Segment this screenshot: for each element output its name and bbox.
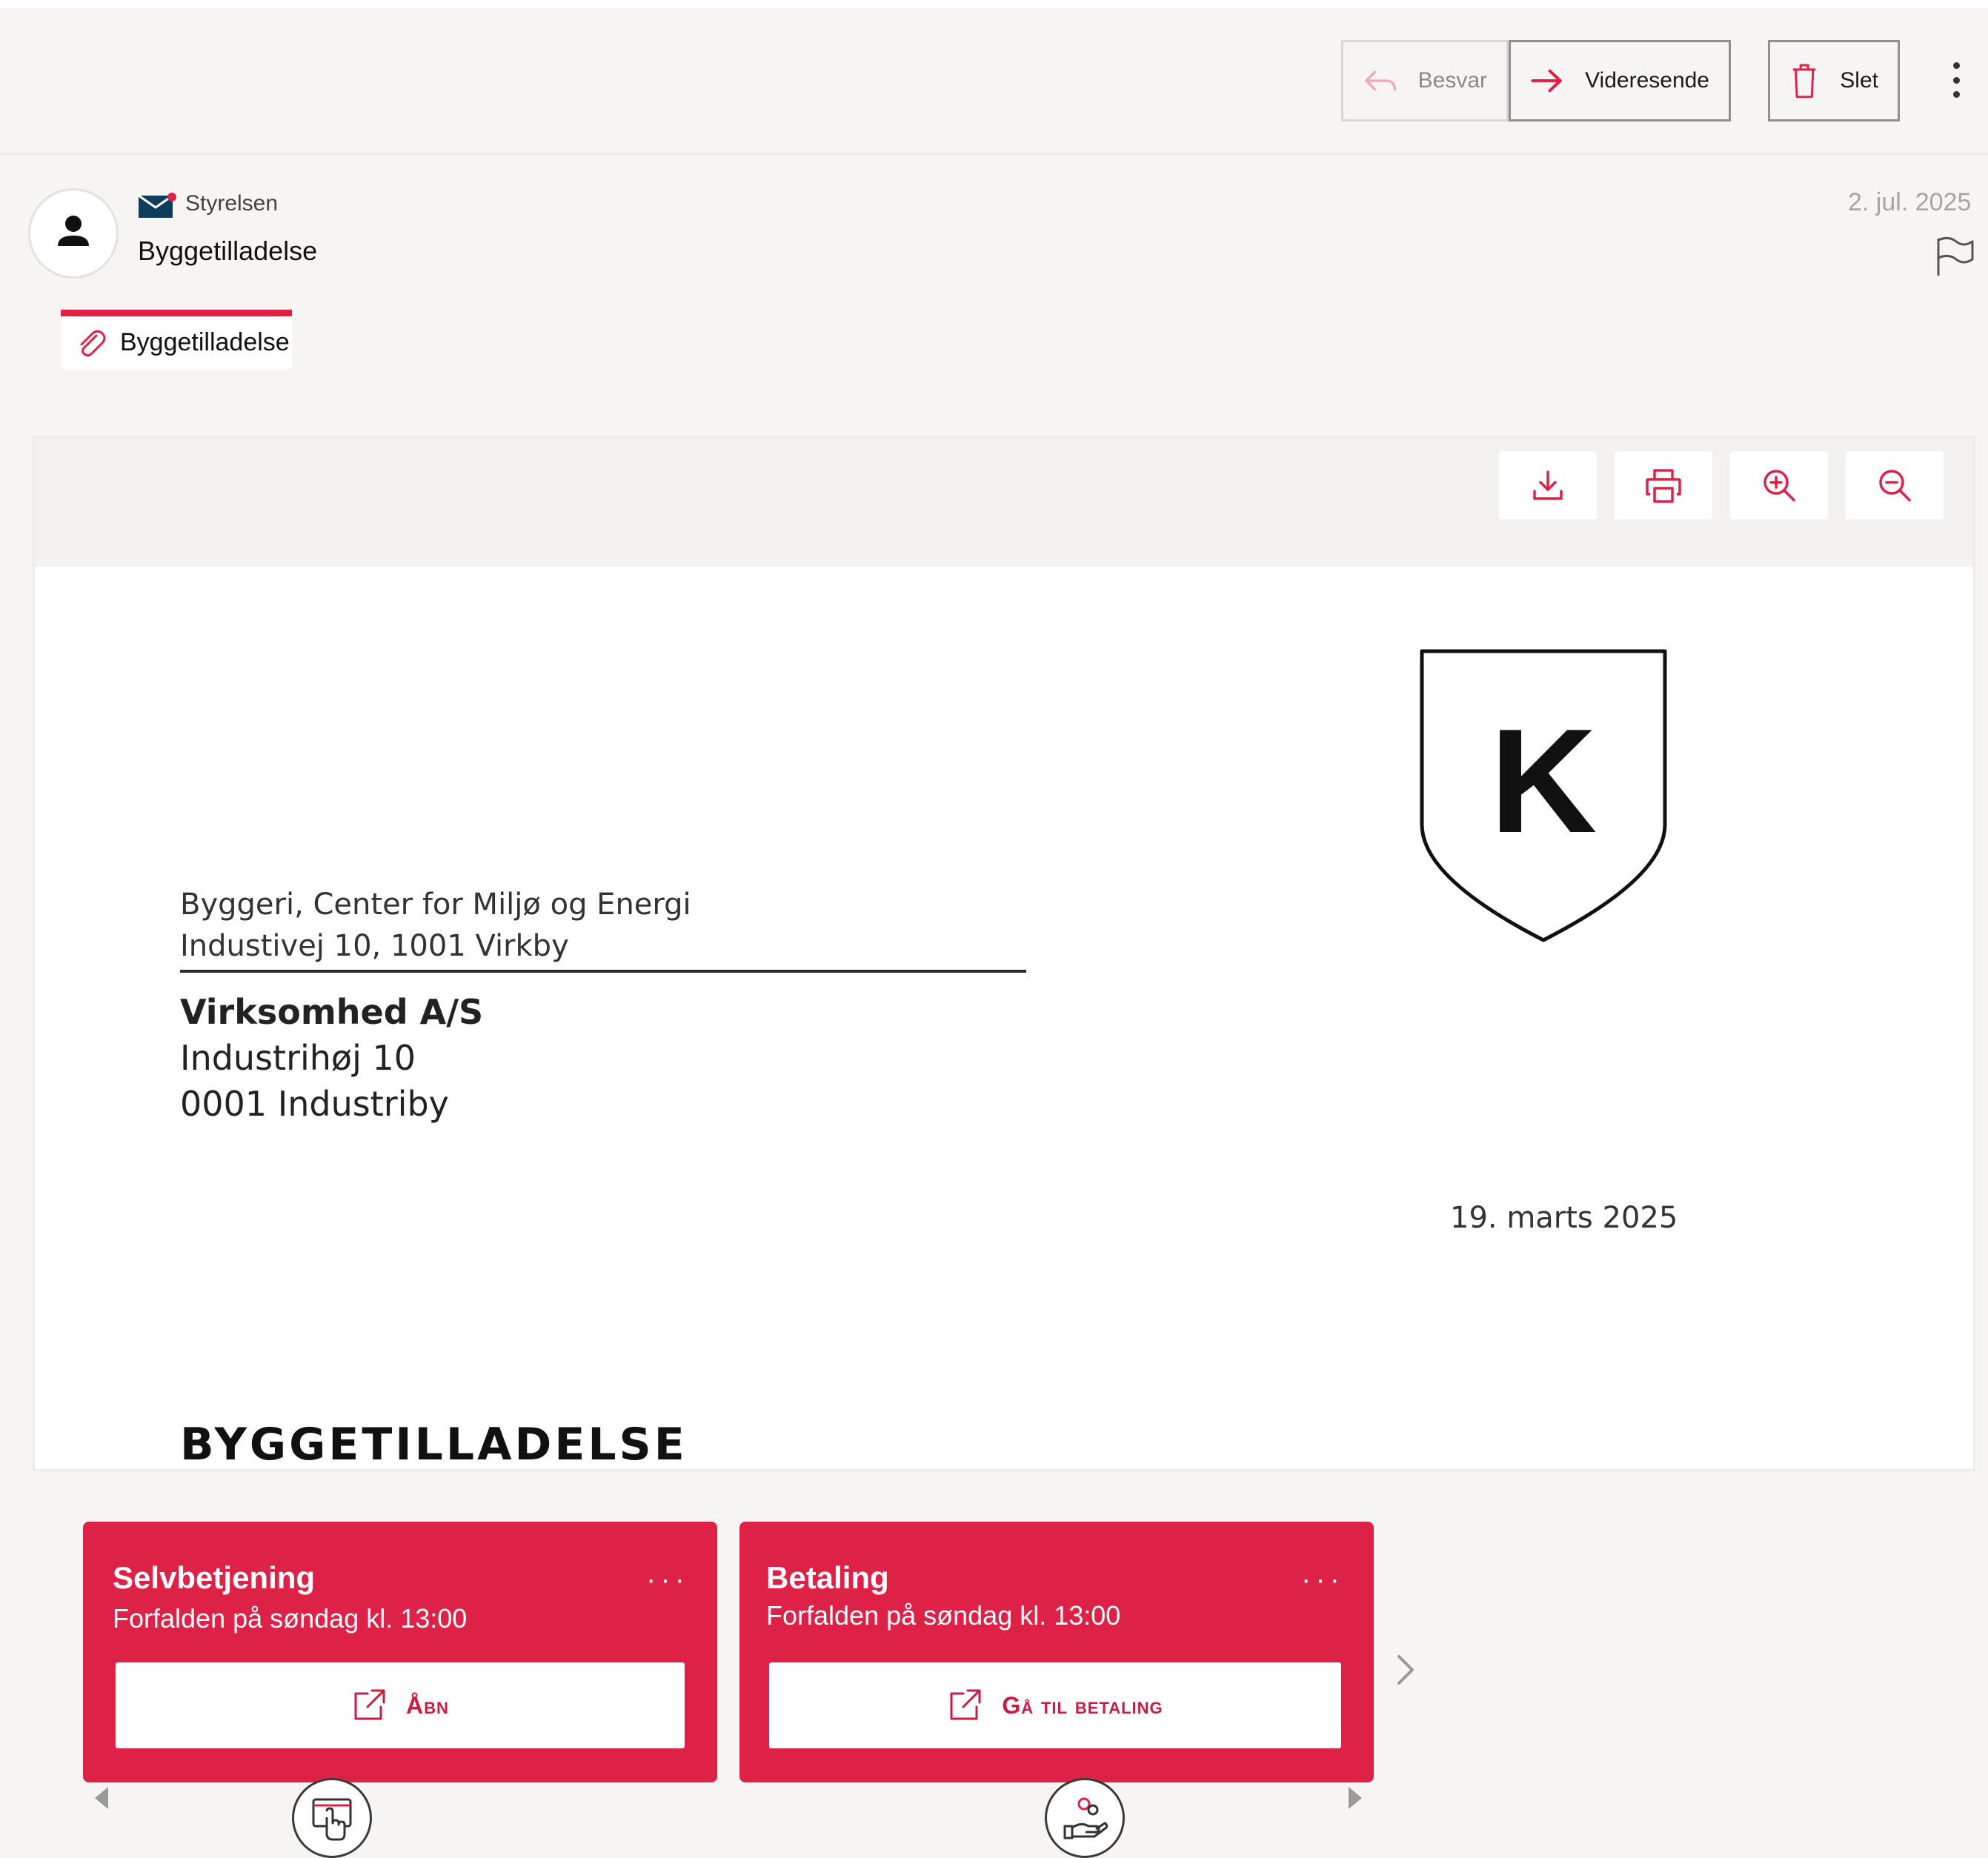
attachment-chip[interactable]: Byggetilladelse [61, 310, 292, 369]
card-due: Forfalden på søndag kl. 13:00 [766, 1600, 1121, 1631]
download-icon [1533, 470, 1563, 500]
recipient-line: Industrihøj 10 [180, 1038, 416, 1078]
message-date: 2. jul. 2025 [1848, 188, 1972, 216]
zoom-out-icon [1879, 470, 1911, 502]
external-link-icon [950, 1689, 981, 1720]
sender-name: Styrelsen [185, 191, 279, 216]
card-title: Betaling [766, 1560, 889, 1595]
more-options-button[interactable] [1941, 58, 1971, 102]
hand-coin-icon [1063, 1797, 1108, 1839]
crest-letter: K [1490, 699, 1597, 864]
attachment-name: Byggetilladelse [120, 328, 290, 356]
touch-screen-icon [312, 1798, 352, 1841]
delete-button[interactable]: Slet [1768, 40, 1900, 121]
open-button[interactable]: Åbn [116, 1662, 685, 1748]
document-page: K Byggeri, Center for Miljø og Energi In… [35, 567, 1973, 1471]
carousel-prev-icon[interactable] [92, 1785, 111, 1811]
document-sender-line: Industivej 10, 1001 Virkby [180, 929, 569, 963]
go-to-payment-button[interactable]: Gå til betaling [769, 1662, 1341, 1748]
dot-icon [1952, 76, 1960, 84]
sender-avatar [28, 188, 119, 279]
card-selvbetjening: Selvbetjening Forfalden på søndag kl. 13… [83, 1522, 717, 1782]
trash-icon [1793, 64, 1816, 99]
forward-arrow-icon [1531, 69, 1562, 93]
card-more-button[interactable]: ··· [646, 1563, 689, 1596]
open-button-label: Åbn [406, 1691, 449, 1719]
toolbar-divider [0, 153, 1988, 155]
delete-label: Slet [1840, 68, 1878, 93]
envelope-icon [138, 193, 176, 218]
document-recipient-block: Virksomhed A/S Industrihøj 10 0001 Indus… [180, 989, 483, 1127]
recipient-line: 0001 Industriby [180, 1084, 449, 1124]
dot-icon [1952, 91, 1960, 98]
carousel-next-icon[interactable] [1346, 1785, 1365, 1811]
flag-icon[interactable] [1932, 234, 1977, 279]
forward-label: Videresende [1585, 68, 1709, 93]
payment-card-icon[interactable] [1045, 1778, 1125, 1858]
document-date: 19. marts 2025 [1450, 1201, 1678, 1235]
chevron-right-icon[interactable] [1396, 1654, 1415, 1686]
self-service-card-icon[interactable] [292, 1778, 372, 1858]
card-betaling: Betaling Forfalden på søndag kl. 13:00 ·… [739, 1522, 1374, 1782]
card-title: Selvbetjening [113, 1560, 316, 1595]
zoom-in-button[interactable] [1730, 451, 1828, 519]
card-due: Forfalden på søndag kl. 13:00 [113, 1603, 468, 1634]
printer-icon [1646, 469, 1681, 503]
zoom-in-icon [1763, 470, 1795, 502]
document-sender-block: Byggeri, Center for Miljø og Energi Indu… [180, 884, 691, 967]
zoom-out-button[interactable] [1846, 451, 1944, 519]
dot-icon [1952, 62, 1960, 69]
address-divider [180, 970, 1026, 973]
municipality-crest-logo: K [1420, 649, 1667, 942]
top-edge [0, 0, 1988, 7]
document-sender-line: Byggeri, Center for Miljø og Energi [180, 888, 691, 922]
external-link-icon [354, 1689, 385, 1720]
forward-button[interactable]: Videresende [1509, 40, 1731, 121]
payment-button-label: Gå til betaling [1002, 1691, 1163, 1719]
message-subject: Byggetilladelse [138, 236, 318, 266]
reply-arrow-icon [1365, 70, 1396, 91]
reply-label: Besvar [1417, 68, 1487, 93]
reply-button[interactable]: Besvar [1341, 40, 1509, 121]
person-icon [58, 216, 89, 246]
recipient-name: Virksomhed A/S [180, 992, 484, 1032]
document-heading: BYGGETILLADELSE [180, 1419, 688, 1471]
paperclip-icon [80, 330, 106, 356]
print-button[interactable] [1615, 451, 1712, 519]
card-more-button[interactable]: ··· [1301, 1563, 1344, 1596]
download-button[interactable] [1499, 451, 1597, 519]
document-viewer: K Byggeri, Center for Miljø og Energi In… [33, 436, 1975, 1471]
